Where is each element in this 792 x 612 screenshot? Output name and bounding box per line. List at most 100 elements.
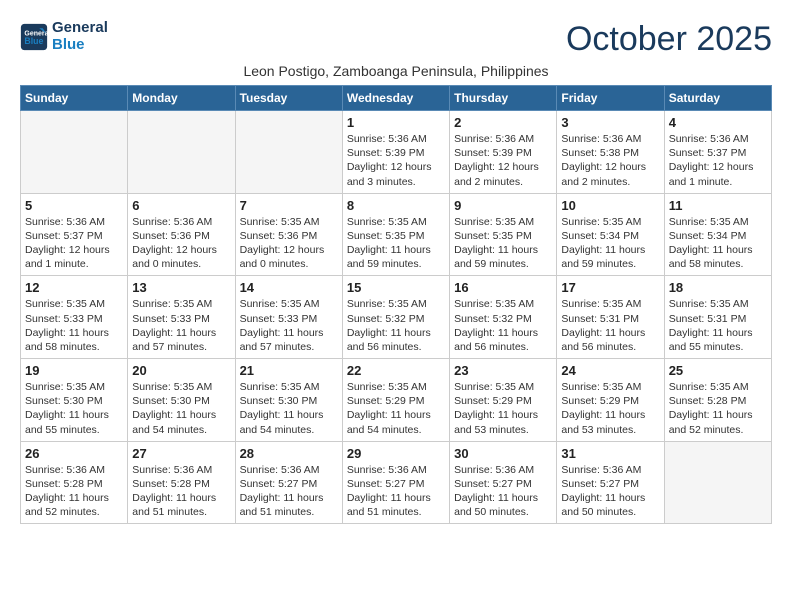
logo-text-line1: General	[52, 20, 108, 37]
calendar-week-1: 1Sunrise: 5:36 AMSunset: 5:39 PMDaylight…	[21, 111, 772, 194]
calendar-week-3: 12 Sunrise: 5:35 AMSunset: 5:33 PMDayligh…	[21, 276, 772, 359]
header-wednesday: Wednesday	[342, 86, 449, 111]
calendar-week-2: 5 Sunrise: 5:36 AMSunset: 5:37 PMDaylight…	[21, 193, 772, 276]
day-info: Sunrise: 5:35 AMSunset: 5:31 PMDaylight:…	[669, 297, 767, 354]
calendar-cell: 12 Sunrise: 5:35 AMSunset: 5:33 PMDayligh…	[21, 276, 128, 359]
day-number: 22	[347, 363, 445, 378]
calendar-cell: 28 Sunrise: 5:36 AMSunset: 5:27 PMDayligh…	[235, 441, 342, 524]
title-block: October 2025	[566, 20, 772, 59]
day-number: 4	[669, 115, 767, 130]
calendar-cell: 30 Sunrise: 5:36 AMSunset: 5:27 PMDayligh…	[450, 441, 557, 524]
calendar-cell: 6Sunrise: 5:36 AMSunset: 5:36 PMDaylight…	[128, 193, 235, 276]
logo-text-line2: Blue	[52, 37, 108, 54]
day-info: Sunrise: 5:36 AMSunset: 5:37 PMDaylight:…	[25, 215, 123, 272]
calendar-cell: 18 Sunrise: 5:35 AMSunset: 5:31 PMDayligh…	[664, 276, 771, 359]
day-number: 5	[25, 198, 123, 213]
day-info: Sunrise: 5:36 AMSunset: 5:37 PMDaylight:…	[669, 132, 767, 189]
calendar-cell: 17 Sunrise: 5:35 AMSunset: 5:31 PMDayligh…	[557, 276, 664, 359]
day-number: 20	[132, 363, 230, 378]
day-number: 16	[454, 280, 552, 295]
day-number: 11	[669, 198, 767, 213]
day-number: 21	[240, 363, 338, 378]
day-number: 17	[561, 280, 659, 295]
calendar-cell: 23Sunrise: 5:35 AMSunset: 5:29 PMDayligh…	[450, 359, 557, 442]
day-number: 3	[561, 115, 659, 130]
day-info: Sunrise: 5:35 AMSunset: 5:34 PMDaylight:…	[669, 215, 767, 272]
calendar-cell: 13Sunrise: 5:35 AMSunset: 5:33 PMDayligh…	[128, 276, 235, 359]
calendar-cell: 3 Sunrise: 5:36 AMSunset: 5:38 PMDaylight…	[557, 111, 664, 194]
day-number: 19	[25, 363, 123, 378]
calendar-week-5: 26 Sunrise: 5:36 AMSunset: 5:28 PMDayligh…	[21, 441, 772, 524]
header-friday: Friday	[557, 86, 664, 111]
day-number: 29	[347, 446, 445, 461]
calendar-cell: 1Sunrise: 5:36 AMSunset: 5:39 PMDaylight…	[342, 111, 449, 194]
calendar-cell	[21, 111, 128, 194]
day-number: 13	[132, 280, 230, 295]
calendar-cell: 26 Sunrise: 5:36 AMSunset: 5:28 PMDayligh…	[21, 441, 128, 524]
day-number: 31	[561, 446, 659, 461]
day-info: Sunrise: 5:35 AMSunset: 5:30 PMDaylight:…	[25, 380, 123, 437]
day-info: Sunrise: 5:35 AMSunset: 5:34 PMDaylight:…	[561, 215, 659, 272]
calendar-cell: 22 Sunrise: 5:35 AMSunset: 5:29 PMDayligh…	[342, 359, 449, 442]
day-info: Sunrise: 5:35 AMSunset: 5:36 PMDaylight:…	[240, 215, 338, 272]
calendar-cell: 4 Sunrise: 5:36 AMSunset: 5:37 PMDaylight…	[664, 111, 771, 194]
logo: General Blue General Blue	[20, 20, 108, 53]
subtitle: Leon Postigo, Zamboanga Peninsula, Phili…	[20, 63, 772, 79]
header-thursday: Thursday	[450, 86, 557, 111]
day-info: Sunrise: 5:36 AMSunset: 5:27 PMDaylight:…	[240, 463, 338, 520]
day-info: Sunrise: 5:36 AMSunset: 5:27 PMDaylight:…	[454, 463, 552, 520]
day-info: Sunrise: 5:35 AMSunset: 5:31 PMDaylight:…	[561, 297, 659, 354]
day-number: 26	[25, 446, 123, 461]
calendar-cell: 16 Sunrise: 5:35 AMSunset: 5:32 PMDayligh…	[450, 276, 557, 359]
day-info: Sunrise: 5:36 AMSunset: 5:27 PMDaylight:…	[561, 463, 659, 520]
day-number: 30	[454, 446, 552, 461]
calendar-cell: 20 Sunrise: 5:35 AMSunset: 5:30 PMDayligh…	[128, 359, 235, 442]
page: General Blue General Blue October 2025 L…	[0, 0, 792, 534]
logo-icon: General Blue	[20, 23, 48, 51]
day-number: 6	[132, 198, 230, 213]
day-info: Sunrise: 5:35 AMSunset: 5:32 PMDaylight:…	[454, 297, 552, 354]
calendar-cell: 9 Sunrise: 5:35 AMSunset: 5:35 PMDaylight…	[450, 193, 557, 276]
day-info: Sunrise: 5:35 AMSunset: 5:29 PMDaylight:…	[454, 380, 552, 437]
calendar-cell: 15 Sunrise: 5:35 AMSunset: 5:32 PMDayligh…	[342, 276, 449, 359]
calendar-week-4: 19 Sunrise: 5:35 AMSunset: 5:30 PMDayligh…	[21, 359, 772, 442]
day-info: Sunrise: 5:35 AMSunset: 5:30 PMDaylight:…	[132, 380, 230, 437]
day-number: 28	[240, 446, 338, 461]
main-title: October 2025	[566, 20, 772, 59]
day-number: 7	[240, 198, 338, 213]
calendar-cell: 27Sunrise: 5:36 AMSunset: 5:28 PMDayligh…	[128, 441, 235, 524]
calendar-cell: 14Sunrise: 5:35 AMSunset: 5:33 PMDayligh…	[235, 276, 342, 359]
calendar-cell: 29Sunrise: 5:36 AMSunset: 5:27 PMDayligh…	[342, 441, 449, 524]
day-number: 24	[561, 363, 659, 378]
day-info: Sunrise: 5:36 AMSunset: 5:39 PMDaylight:…	[347, 132, 445, 189]
calendar-cell: 24Sunrise: 5:35 AMSunset: 5:29 PMDayligh…	[557, 359, 664, 442]
header-saturday: Saturday	[664, 86, 771, 111]
day-number: 9	[454, 198, 552, 213]
day-number: 10	[561, 198, 659, 213]
calendar: Sunday Monday Tuesday Wednesday Thursday…	[20, 85, 772, 524]
day-number: 18	[669, 280, 767, 295]
day-info: Sunrise: 5:35 AMSunset: 5:35 PMDaylight:…	[347, 215, 445, 272]
day-info: Sunrise: 5:36 AMSunset: 5:28 PMDaylight:…	[25, 463, 123, 520]
weekday-header-row: Sunday Monday Tuesday Wednesday Thursday…	[21, 86, 772, 111]
day-number: 8	[347, 198, 445, 213]
header-monday: Monday	[128, 86, 235, 111]
calendar-cell: 11 Sunrise: 5:35 AMSunset: 5:34 PMDayligh…	[664, 193, 771, 276]
calendar-cell	[235, 111, 342, 194]
calendar-cell: 2Sunrise: 5:36 AMSunset: 5:39 PMDaylight…	[450, 111, 557, 194]
day-info: Sunrise: 5:35 AMSunset: 5:35 PMDaylight:…	[454, 215, 552, 272]
calendar-cell: 19 Sunrise: 5:35 AMSunset: 5:30 PMDayligh…	[21, 359, 128, 442]
day-info: Sunrise: 5:35 AMSunset: 5:32 PMDaylight:…	[347, 297, 445, 354]
day-info: Sunrise: 5:36 AMSunset: 5:38 PMDaylight:…	[561, 132, 659, 189]
day-info: Sunrise: 5:35 AMSunset: 5:33 PMDaylight:…	[25, 297, 123, 354]
day-number: 15	[347, 280, 445, 295]
svg-text:Blue: Blue	[24, 36, 43, 46]
header: General Blue General Blue October 2025	[20, 20, 772, 59]
day-number: 25	[669, 363, 767, 378]
calendar-cell	[128, 111, 235, 194]
day-number: 14	[240, 280, 338, 295]
day-info: Sunrise: 5:36 AMSunset: 5:28 PMDaylight:…	[132, 463, 230, 520]
day-info: Sunrise: 5:35 AMSunset: 5:29 PMDaylight:…	[347, 380, 445, 437]
day-info: Sunrise: 5:35 AMSunset: 5:30 PMDaylight:…	[240, 380, 338, 437]
day-number: 12	[25, 280, 123, 295]
